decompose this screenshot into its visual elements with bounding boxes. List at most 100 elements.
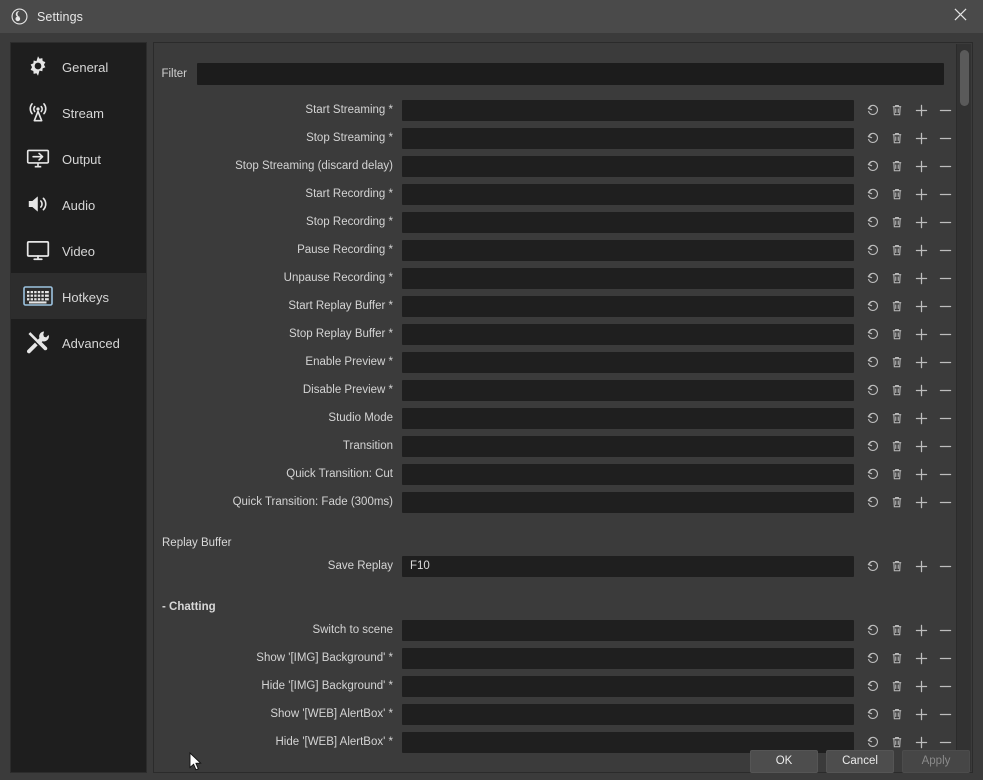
remove-binding-button[interactable] (933, 351, 957, 373)
clear-button[interactable] (885, 463, 909, 485)
clear-button[interactable] (885, 183, 909, 205)
remove-binding-button[interactable] (933, 99, 957, 121)
sidebar-item-advanced[interactable]: Advanced (11, 319, 146, 365)
remove-binding-button[interactable] (933, 703, 957, 725)
hotkey-binding-input[interactable] (402, 407, 854, 429)
add-binding-button[interactable] (909, 463, 933, 485)
hotkey-binding-input[interactable] (402, 323, 854, 345)
hotkey-binding-input[interactable] (402, 211, 854, 233)
revert-button[interactable] (861, 619, 885, 641)
revert-button[interactable] (861, 267, 885, 289)
clear-button[interactable] (885, 379, 909, 401)
clear-button[interactable] (885, 435, 909, 457)
revert-button[interactable] (861, 323, 885, 345)
add-binding-button[interactable] (909, 491, 933, 513)
add-binding-button[interactable] (909, 379, 933, 401)
revert-button[interactable] (861, 463, 885, 485)
remove-binding-button[interactable] (933, 435, 957, 457)
remove-binding-button[interactable] (933, 619, 957, 641)
clear-button[interactable] (885, 239, 909, 261)
hotkey-binding-input[interactable] (402, 619, 854, 641)
revert-button[interactable] (861, 703, 885, 725)
hotkey-binding-input[interactable] (402, 127, 854, 149)
revert-button[interactable] (861, 211, 885, 233)
sidebar-item-video[interactable]: Video (11, 227, 146, 273)
add-binding-button[interactable] (909, 703, 933, 725)
hotkey-binding-input[interactable] (402, 295, 854, 317)
add-binding-button[interactable] (909, 351, 933, 373)
add-binding-button[interactable] (909, 127, 933, 149)
hotkey-binding-input[interactable] (402, 239, 854, 261)
revert-button[interactable] (861, 675, 885, 697)
remove-binding-button[interactable] (933, 155, 957, 177)
revert-button[interactable] (861, 127, 885, 149)
remove-binding-button[interactable] (933, 407, 957, 429)
cancel-button[interactable]: Cancel (826, 749, 894, 773)
hotkey-binding-input[interactable] (402, 183, 854, 205)
add-binding-button[interactable] (909, 267, 933, 289)
revert-button[interactable] (861, 491, 885, 513)
revert-button[interactable] (861, 295, 885, 317)
hotkey-binding-input[interactable] (402, 155, 854, 177)
hotkey-binding-input[interactable] (402, 351, 854, 373)
add-binding-button[interactable] (909, 435, 933, 457)
hotkey-binding-input[interactable] (402, 491, 854, 513)
remove-binding-button[interactable] (933, 211, 957, 233)
remove-binding-button[interactable] (933, 267, 957, 289)
add-binding-button[interactable] (909, 555, 933, 577)
sidebar-item-output[interactable]: Output (11, 135, 146, 181)
add-binding-button[interactable] (909, 323, 933, 345)
close-button[interactable] (937, 0, 983, 33)
add-binding-button[interactable] (909, 239, 933, 261)
remove-binding-button[interactable] (933, 463, 957, 485)
clear-button[interactable] (885, 211, 909, 233)
add-binding-button[interactable] (909, 211, 933, 233)
hotkey-binding-input[interactable] (402, 435, 854, 457)
clear-button[interactable] (885, 295, 909, 317)
hotkey-binding-input[interactable] (402, 99, 854, 121)
remove-binding-button[interactable] (933, 323, 957, 345)
hotkey-binding-input[interactable]: F10 (402, 555, 854, 577)
add-binding-button[interactable] (909, 295, 933, 317)
remove-binding-button[interactable] (933, 675, 957, 697)
sidebar-item-audio[interactable]: Audio (11, 181, 146, 227)
remove-binding-button[interactable] (933, 295, 957, 317)
clear-button[interactable] (885, 647, 909, 669)
filter-input[interactable] (197, 63, 944, 85)
revert-button[interactable] (861, 99, 885, 121)
clear-button[interactable] (885, 267, 909, 289)
remove-binding-button[interactable] (933, 555, 957, 577)
add-binding-button[interactable] (909, 647, 933, 669)
revert-button[interactable] (861, 555, 885, 577)
hotkey-binding-input[interactable] (402, 267, 854, 289)
clear-button[interactable] (885, 555, 909, 577)
clear-button[interactable] (885, 407, 909, 429)
revert-button[interactable] (861, 155, 885, 177)
remove-binding-button[interactable] (933, 183, 957, 205)
scrollbar-thumb[interactable] (960, 50, 969, 106)
revert-button[interactable] (861, 379, 885, 401)
remove-binding-button[interactable] (933, 127, 957, 149)
add-binding-button[interactable] (909, 675, 933, 697)
clear-button[interactable] (885, 155, 909, 177)
revert-button[interactable] (861, 407, 885, 429)
remove-binding-button[interactable] (933, 647, 957, 669)
hotkey-binding-input[interactable] (402, 647, 854, 669)
sidebar-item-general[interactable]: General (11, 43, 146, 89)
clear-button[interactable] (885, 99, 909, 121)
revert-button[interactable] (861, 183, 885, 205)
clear-button[interactable] (885, 703, 909, 725)
sidebar-item-hotkeys[interactable]: Hotkeys (11, 273, 146, 319)
hotkey-binding-input[interactable] (402, 463, 854, 485)
add-binding-button[interactable] (909, 99, 933, 121)
add-binding-button[interactable] (909, 619, 933, 641)
revert-button[interactable] (861, 435, 885, 457)
revert-button[interactable] (861, 647, 885, 669)
remove-binding-button[interactable] (933, 379, 957, 401)
revert-button[interactable] (861, 239, 885, 261)
remove-binding-button[interactable] (933, 491, 957, 513)
clear-button[interactable] (885, 127, 909, 149)
add-binding-button[interactable] (909, 155, 933, 177)
clear-button[interactable] (885, 675, 909, 697)
remove-binding-button[interactable] (933, 239, 957, 261)
